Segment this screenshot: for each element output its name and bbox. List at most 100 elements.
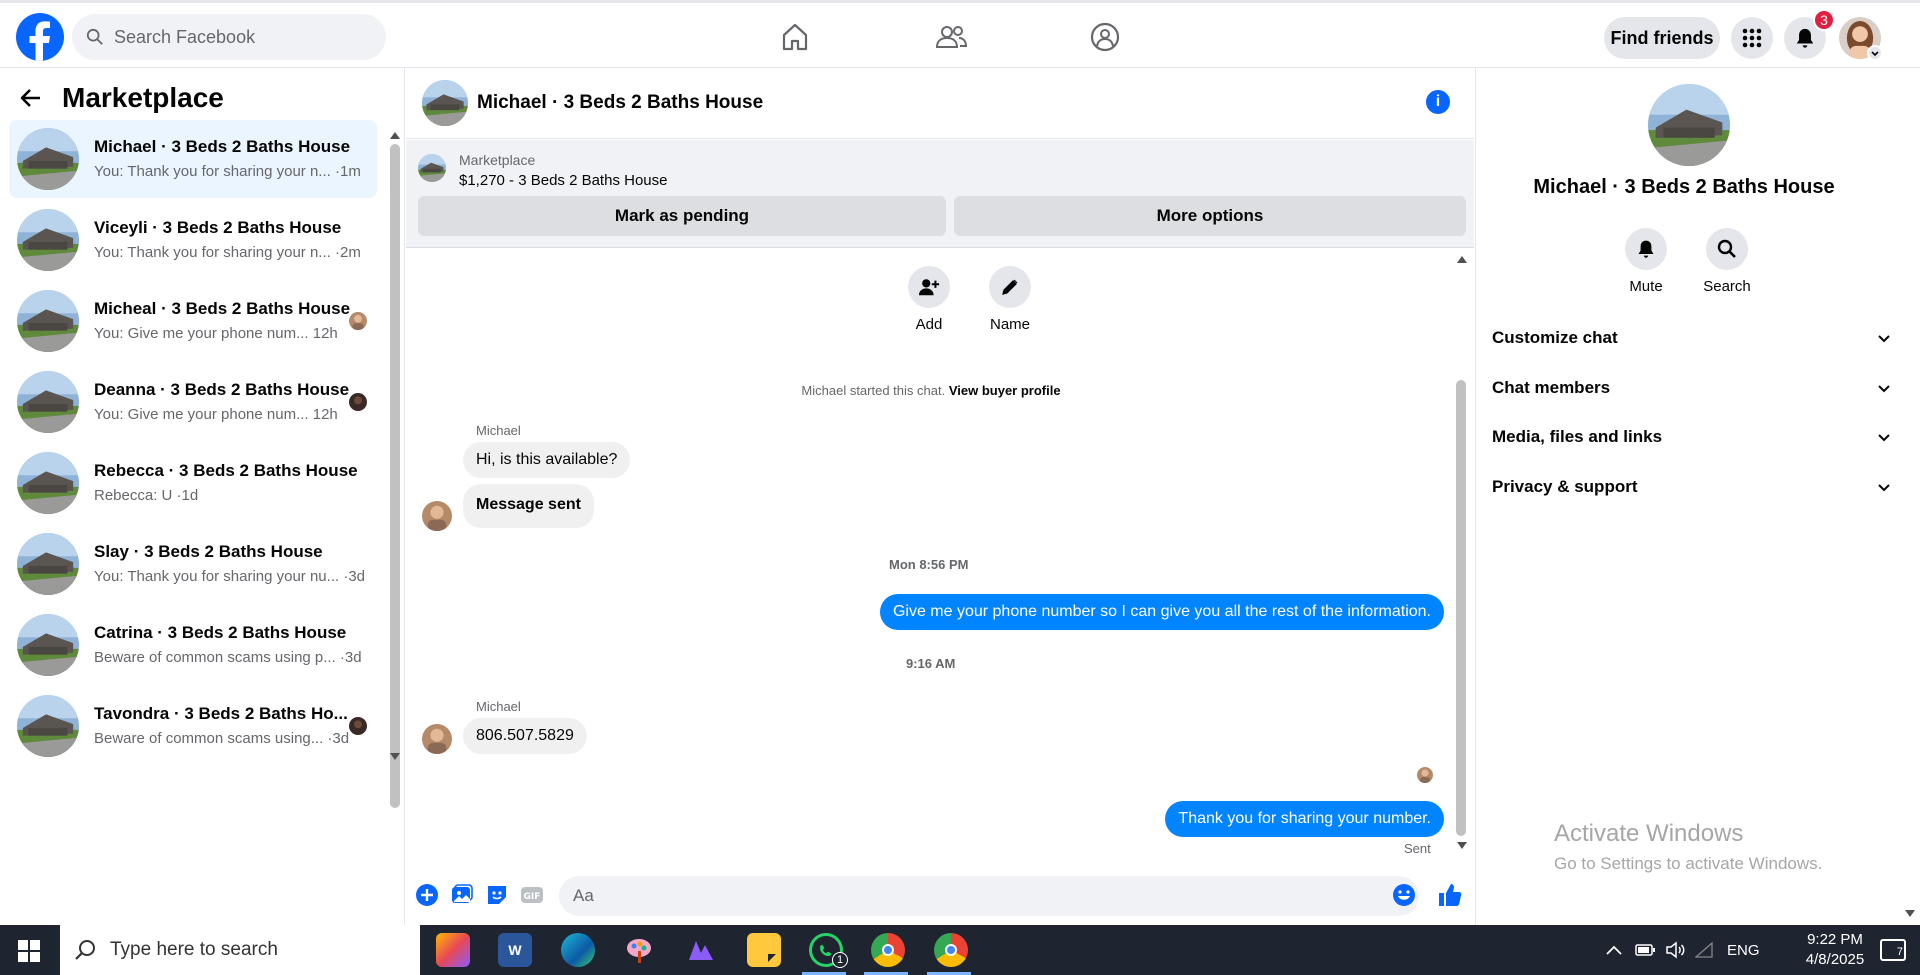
sender-avatar[interactable] [422, 724, 452, 754]
search-icon [75, 940, 95, 960]
paint-app-icon[interactable] [622, 933, 656, 967]
edge-app-icon[interactable] [561, 933, 595, 967]
emoji-icon[interactable] [1391, 882, 1417, 908]
seen-avatar [349, 393, 367, 411]
chevron-down-icon [1878, 434, 1890, 442]
groups-icon[interactable] [1087, 19, 1123, 55]
incoming-message[interactable]: Message sent [463, 484, 594, 528]
search-facebook-input[interactable]: Search Facebook [72, 14, 386, 60]
sidebar-title: Marketplace [62, 82, 224, 113]
gif-icon[interactable]: GIF [519, 882, 545, 908]
scroll-up-arrow-icon[interactable] [389, 130, 401, 140]
chrome-profile-app-icon[interactable] [934, 933, 968, 967]
search-label: Search [1703, 278, 1751, 295]
scroll-down-arrow-icon[interactable] [389, 752, 401, 762]
chrome-app-icon[interactable] [871, 933, 905, 967]
copilot-app-icon[interactable] [436, 933, 470, 967]
network-icon[interactable] [1695, 942, 1713, 958]
notifications-badge: 3 [1813, 9, 1835, 31]
notification-center-icon[interactable]: 7 [1880, 939, 1906, 961]
sticker-icon[interactable] [484, 882, 510, 908]
battery-icon[interactable] [1635, 944, 1655, 956]
sticky-notes-app-icon[interactable] [747, 933, 781, 967]
scroll-down-arrow-icon[interactable] [1456, 841, 1468, 851]
chat-members-section[interactable]: Chat members [1492, 368, 1892, 408]
info-icon[interactable]: i [1426, 90, 1450, 114]
activate-windows-watermark: Activate Windows Go to Settings to activ… [1554, 820, 1823, 873]
conversation-title: Michael · 3 Beds 2 Baths House [94, 137, 351, 156]
read-receipt-avatar [1417, 767, 1433, 783]
volume-icon[interactable] [1665, 941, 1685, 959]
listing-thumbnail [17, 614, 79, 676]
clock-time: 9:22 PM [1807, 931, 1863, 948]
conversation-preview: Rebecca: U ·1d [94, 487, 199, 504]
back-arrow-icon[interactable] [20, 87, 42, 109]
facebook-logo-icon[interactable] [16, 13, 64, 61]
conversation-item[interactable]: Micheal · 3 Beds 2 Baths House You: Give… [9, 282, 377, 360]
find-friends-button[interactable]: Find friends [1604, 17, 1720, 59]
scroll-up-arrow-icon[interactable] [1456, 254, 1468, 264]
chat-title[interactable]: Michael · 3 Beds 2 Baths House [477, 92, 763, 114]
view-buyer-profile-link[interactable]: View buyer profile [949, 383, 1061, 398]
conversation-item[interactable]: Tavondra · 3 Beds 2 Baths Ho... Beware o… [9, 687, 377, 765]
svg-text:GIF: GIF [524, 892, 541, 902]
marketplace-conversations-sidebar: Marketplace Michael · 3 Beds 2 Baths Hou… [0, 68, 405, 925]
outgoing-message[interactable]: Thank you for sharing your number. [1165, 801, 1444, 837]
friends-icon[interactable] [933, 19, 969, 55]
privacy-support-section[interactable]: Privacy & support [1492, 467, 1892, 507]
taskbar-search-box[interactable]: Type here to search [60, 925, 420, 975]
conversation-item[interactable]: Viceyli · 3 Beds 2 Baths House You: Than… [9, 201, 377, 279]
plus-circle-icon[interactable] [414, 882, 440, 908]
add-people-button[interactable]: Add [889, 266, 969, 333]
message-input[interactable]: Aa [559, 876, 1419, 916]
name-chat-button[interactable]: Name [970, 266, 1050, 333]
chat-listing-avatar[interactable] [422, 80, 468, 126]
customize-chat-section[interactable]: Customize chat [1492, 318, 1892, 358]
add-label: Add [915, 316, 943, 333]
page-scroll-down-arrow-icon[interactable] [1904, 909, 1916, 919]
mute-button[interactable]: Mute [1606, 228, 1686, 295]
conversation-item[interactable]: Michael · 3 Beds 2 Baths House You: Than… [9, 120, 377, 198]
incoming-message[interactable]: 806.507.5829 [463, 718, 587, 754]
conversation-item[interactable]: Catrina · 3 Beds 2 Baths House Beware of… [9, 606, 377, 684]
conversation-item[interactable]: Slay · 3 Beds 2 Baths House You: Thank y… [9, 525, 377, 603]
home-icon[interactable] [777, 19, 813, 55]
photo-icon[interactable] [449, 882, 475, 908]
conversation-title: Catrina · 3 Beds 2 Baths House [94, 623, 347, 642]
more-options-button[interactable]: More options [954, 196, 1466, 236]
message-sender-name: Michael [476, 699, 521, 714]
chat-started-notice: Michael started this chat. View buyer pr… [801, 383, 1061, 398]
listing-price-title[interactable]: $1,270 - 3 Beds 2 Baths House [459, 172, 667, 189]
search-in-chat-button[interactable]: Search [1687, 228, 1767, 295]
conversation-preview: You: Thank you for sharing your n... ·1m [94, 163, 361, 180]
incoming-message[interactable]: Hi, is this available? [463, 442, 631, 478]
conversation-title: Micheal · 3 Beds 2 Baths House [94, 299, 351, 318]
message-sender-name: Michael [476, 423, 521, 438]
clipchamp-app-icon[interactable] [684, 933, 718, 967]
conversation-title: Viceyli · 3 Beds 2 Baths House [94, 218, 342, 237]
details-listing-avatar[interactable] [1648, 84, 1730, 166]
sender-avatar[interactable] [422, 501, 452, 531]
language-indicator[interactable]: ENG [1727, 942, 1760, 959]
chevron-up-icon[interactable] [1605, 943, 1623, 957]
chat-scrollbar[interactable] [1456, 380, 1466, 836]
whatsapp-badge: 1 [832, 952, 848, 968]
sidebar-scrollbar[interactable] [390, 144, 400, 808]
windows-taskbar: Type here to search W 1 ENG 9:22 PM 4/8/… [0, 925, 1920, 975]
conversation-item[interactable]: Deanna · 3 Beds 2 Baths House You: Give … [9, 363, 377, 441]
media-files-links-section[interactable]: Media, files and links [1492, 417, 1892, 457]
listing-thumbnail [17, 371, 79, 433]
mark-as-pending-button[interactable]: Mark as pending [418, 196, 946, 236]
account-chevron-down-icon[interactable] [1867, 45, 1883, 61]
thumbs-up-icon[interactable] [1436, 882, 1462, 908]
outgoing-message[interactable]: Give me your phone number so I can give … [879, 594, 1444, 630]
conversation-item[interactable]: Rebecca · 3 Beds 2 Baths House Rebecca: … [9, 444, 377, 522]
menu-grid-icon[interactable] [1731, 17, 1773, 59]
listing-thumbnail [17, 452, 79, 514]
taskbar-clock[interactable]: 9:22 PM 4/8/2025 [1790, 930, 1880, 970]
chat-panel: Michael · 3 Beds 2 Baths House i Marketp… [406, 68, 1474, 925]
conversation-title: Deanna · 3 Beds 2 Baths House [94, 380, 350, 399]
word-app-icon[interactable]: W [498, 933, 532, 967]
windows-start-icon[interactable] [18, 940, 40, 962]
search-placeholder: Search Facebook [114, 26, 256, 47]
